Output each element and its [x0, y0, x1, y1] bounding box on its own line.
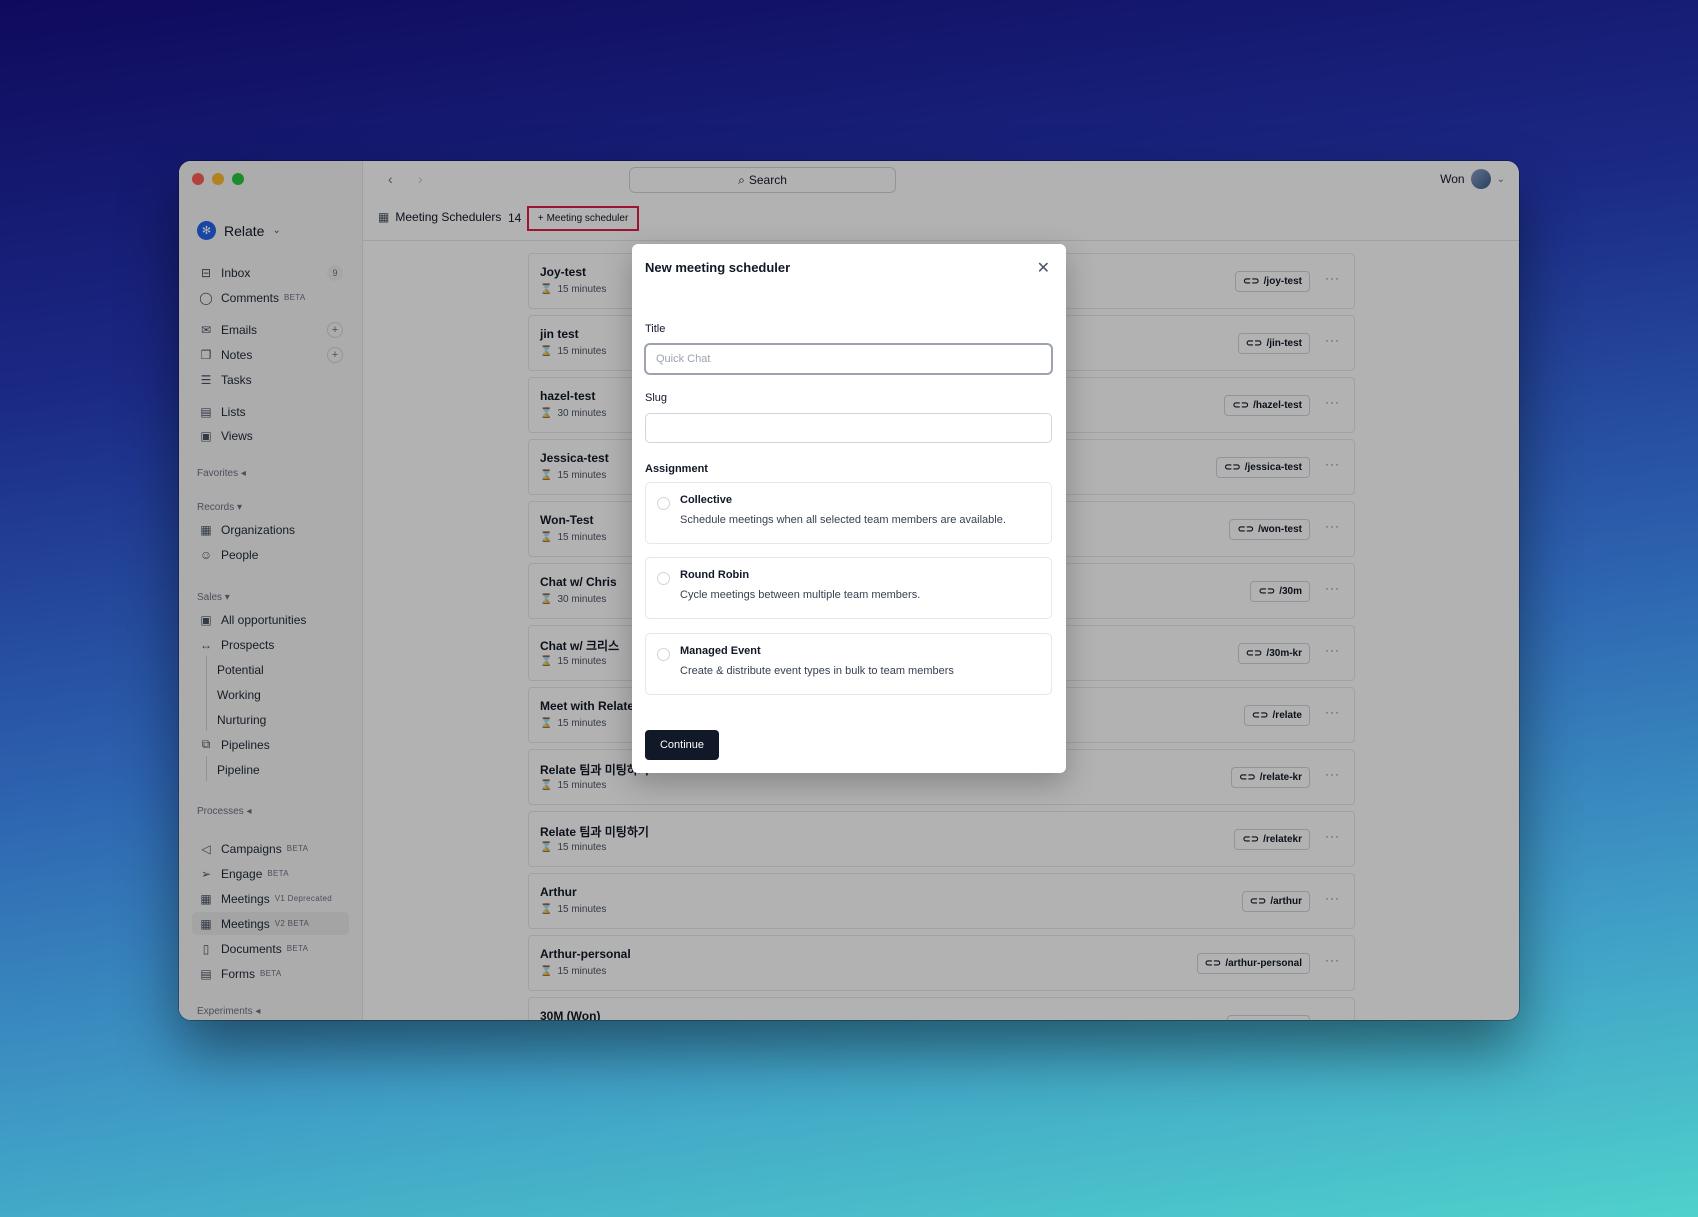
slug-label: Slug [645, 392, 668, 404]
assignment-label: Assignment [645, 463, 708, 475]
option-title: Round Robin [680, 569, 750, 581]
radio-button[interactable] [657, 648, 670, 661]
radio-button[interactable] [657, 572, 670, 585]
title-label: Title [645, 323, 666, 335]
option-title: Collective [680, 494, 732, 506]
slug-input[interactable] [645, 413, 1052, 443]
new-meeting-scheduler-dialog: New meeting scheduler ✕ Title Slug Assig… [632, 244, 1066, 773]
radio-button[interactable] [657, 497, 670, 510]
dialog-title: New meeting scheduler [645, 260, 791, 275]
option-description: Create & distribute event types in bulk … [680, 665, 954, 677]
close-icon[interactable]: ✕ [1037, 258, 1050, 278]
option-description: Cycle meetings between multiple team mem… [680, 589, 921, 601]
assignment-option-round-robin[interactable]: Round Robin Cycle meetings between multi… [645, 557, 1052, 619]
assignment-option-managed-event[interactable]: Managed Event Create & distribute event … [645, 633, 1052, 695]
title-input[interactable] [645, 344, 1052, 374]
option-description: Schedule meetings when all selected team… [680, 514, 1006, 526]
continue-button[interactable]: Continue [645, 730, 719, 760]
option-title: Managed Event [680, 645, 761, 657]
app-window: ✻ Relate ⌄ ⊟ Inbox 9 ◯ Comments BETA ✉ E… [179, 161, 1519, 1020]
assignment-option-collective[interactable]: Collective Schedule meetings when all se… [645, 482, 1052, 544]
